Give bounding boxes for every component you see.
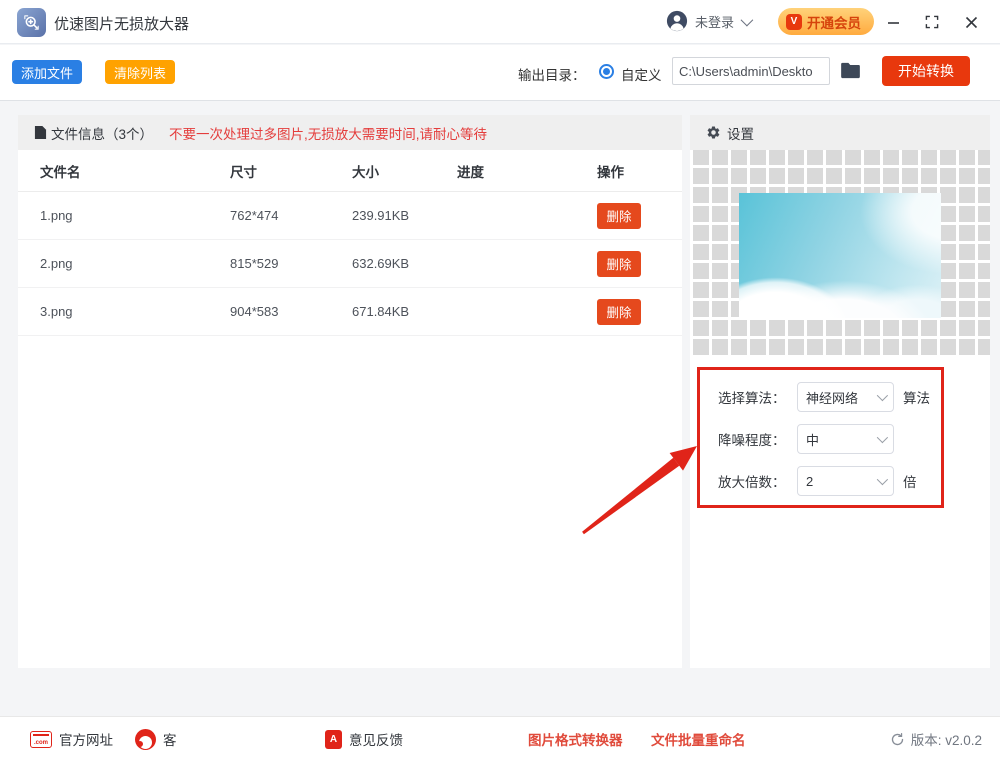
settings-form: 选择算法： 神经网络 算法 降噪程度： 中 放大倍数： 2: [690, 358, 990, 496]
file-name: 1.png: [40, 208, 230, 223]
batch-rename-link[interactable]: 文件批量重命名: [651, 717, 746, 760]
file-size: 671.84KB: [352, 304, 457, 319]
output-path-input[interactable]: [672, 57, 830, 85]
algorithm-value: 神经网络: [806, 388, 877, 407]
custom-dir-radio-label: 自定义: [621, 64, 662, 84]
gear-icon: [706, 125, 721, 140]
customer-service-link[interactable]: 客: [135, 717, 177, 760]
algorithm-label: 选择算法：: [718, 387, 797, 407]
settings-header: 设置: [690, 115, 990, 150]
action-cell: 删除: [597, 251, 682, 277]
col-filename: 文件名: [40, 161, 230, 181]
format-converter-label: 图片格式转换器: [528, 729, 623, 749]
start-convert-button[interactable]: 开始转换: [882, 56, 970, 86]
user-avatar-icon: [666, 10, 688, 32]
footer: .com 官方网址 客 A 意见反馈 图片格式转换器 文件批量重命名 版本: v…: [0, 716, 1000, 760]
file-dimensions: 815*529: [230, 256, 352, 271]
col-filesize: 大小: [352, 161, 457, 181]
denoise-value: 中: [806, 430, 877, 449]
close-button[interactable]: [958, 9, 984, 35]
file-name: 3.png: [40, 304, 230, 319]
file-name: 2.png: [40, 256, 230, 271]
settings-panel: 设置 选择算法： 神经网络 算法 降噪程度： 中 放大倍: [690, 115, 990, 668]
add-files-button[interactable]: 添加文件: [12, 60, 82, 84]
output-dir-label: 输出目录：: [518, 64, 586, 84]
feedback-icon: A: [325, 730, 342, 749]
algorithm-suffix: 算法: [903, 387, 930, 407]
denoise-select[interactable]: 中: [797, 424, 894, 454]
version-area: 版本: v2.0.2: [890, 717, 982, 760]
feedback-label: 意见反馈: [349, 729, 403, 749]
delete-button[interactable]: 删除: [597, 251, 641, 277]
transparency-checkerboard: [690, 150, 990, 358]
warning-text: 不要一次处理过多图片,无损放大需要时间,请耐心等待: [169, 123, 487, 143]
file-size: 632.69KB: [352, 256, 457, 271]
file-info-panel: 文件信息（3个） 不要一次处理过多图片,无损放大需要时间,请耐心等待 文件名 尺…: [18, 115, 682, 668]
user-account-menu[interactable]: 未登录: [666, 10, 750, 32]
chevron-down-icon: [877, 390, 888, 401]
chevron-down-icon: [741, 13, 754, 26]
format-converter-link[interactable]: 图片格式转换器: [528, 717, 623, 760]
preview-image: [739, 193, 941, 318]
file-panel-title: 文件信息（3个）: [51, 123, 153, 143]
document-icon: [34, 125, 47, 140]
settings-title: 设置: [727, 123, 754, 143]
scale-label: 放大倍数：: [718, 471, 797, 491]
website-icon: .com: [30, 731, 52, 748]
delete-button[interactable]: 删除: [597, 299, 641, 325]
file-dimensions: 904*583: [230, 304, 352, 319]
scale-value: 2: [806, 474, 877, 489]
open-vip-button[interactable]: V 开通会员: [778, 8, 874, 35]
batch-rename-label: 文件批量重命名: [651, 729, 746, 749]
table-row: 3.png 904*583 671.84KB 删除: [18, 288, 682, 336]
action-cell: 删除: [597, 203, 682, 229]
customer-service-icon: [135, 729, 156, 750]
feedback-link[interactable]: A 意见反馈: [325, 717, 403, 760]
scale-suffix: 倍: [903, 471, 917, 491]
refresh-icon[interactable]: [890, 732, 905, 747]
algorithm-row: 选择算法： 神经网络 算法: [718, 382, 990, 412]
col-action: 操作: [597, 161, 682, 181]
official-site-link[interactable]: .com 官方网址: [30, 717, 113, 760]
vip-button-label: 开通会员: [807, 12, 861, 32]
app-title: 优速图片无损放大器: [54, 13, 189, 34]
clear-list-button[interactable]: 清除列表: [105, 60, 175, 84]
table-row: 2.png 815*529 632.69KB 删除: [18, 240, 682, 288]
minimize-button[interactable]: [880, 9, 906, 35]
chevron-down-icon: [877, 474, 888, 485]
algorithm-select[interactable]: 神经网络: [797, 382, 894, 412]
titlebar: 优速图片无损放大器 未登录 V 开通会员: [0, 0, 1000, 44]
col-progress: 进度: [457, 161, 597, 181]
delete-button[interactable]: 删除: [597, 203, 641, 229]
version-label: 版本: v2.0.2: [911, 729, 982, 749]
vip-badge-icon: V: [786, 14, 802, 30]
login-status-label: 未登录: [695, 12, 734, 31]
file-size: 239.91KB: [352, 208, 457, 223]
scale-row: 放大倍数： 2 倍: [718, 466, 990, 496]
maximize-button[interactable]: [919, 9, 945, 35]
app-window: 优速图片无损放大器 未登录 V 开通会员: [0, 0, 1000, 760]
denoise-label: 降噪程度：: [718, 429, 797, 449]
file-dimensions: 762*474: [230, 208, 352, 223]
col-dimensions: 尺寸: [230, 161, 352, 181]
table-row: 1.png 762*474 239.91KB 删除: [18, 192, 682, 240]
scale-select[interactable]: 2: [797, 466, 894, 496]
browse-folder-icon[interactable]: [840, 62, 861, 84]
custom-dir-radio[interactable]: [599, 64, 614, 79]
file-panel-header: 文件信息（3个） 不要一次处理过多图片,无损放大需要时间,请耐心等待: [18, 115, 682, 150]
action-cell: 删除: [597, 299, 682, 325]
table-header: 文件名 尺寸 大小 进度 操作: [18, 150, 682, 192]
official-site-label: 官方网址: [59, 729, 113, 749]
chevron-down-icon: [877, 432, 888, 443]
customer-service-label: 客: [163, 729, 177, 749]
app-logo-icon: [17, 8, 46, 37]
denoise-row: 降噪程度： 中: [718, 424, 990, 454]
